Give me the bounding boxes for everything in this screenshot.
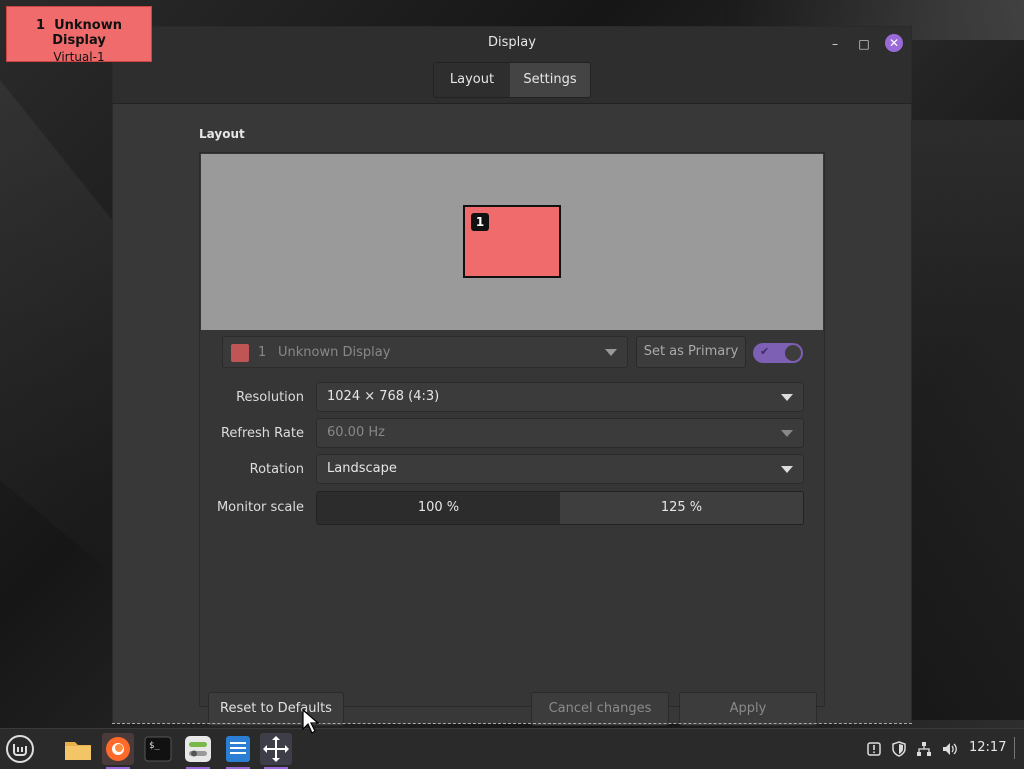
overlay-title: 1 Unknown Display <box>35 18 123 48</box>
overlay-output: Virtual-1 <box>53 50 105 64</box>
monitor-tile[interactable]: 1 <box>463 205 561 278</box>
monitor-scale-selector: 100 % 125 % <box>316 491 804 525</box>
settings-icon[interactable] <box>182 733 214 769</box>
resolution-select[interactable]: 1024 × 768 (4:3) <box>316 382 804 412</box>
svg-text:$_: $_ <box>149 741 160 751</box>
terminal-icon[interactable]: $_ <box>142 733 174 765</box>
mouse-cursor <box>302 708 322 739</box>
view-tabs: Layout Settings <box>433 62 591 98</box>
chevron-down-icon <box>781 466 793 473</box>
shield-icon[interactable] <box>891 741 907 761</box>
firefox-icon[interactable] <box>102 733 134 769</box>
chevron-down-icon <box>605 349 617 356</box>
display-move-icon[interactable] <box>260 733 292 769</box>
display-select[interactable]: 1 Unknown Display <box>222 336 628 368</box>
display-settings-window: Display – □ ✕ Layout Settings Layout 1 1… <box>112 26 912 726</box>
monitor-arrangement-preview: 1 <box>201 154 823 330</box>
clock[interactable]: 12:17 <box>969 740 1006 755</box>
refresh-rate-label: Refresh Rate <box>220 426 304 441</box>
scale-option-125[interactable]: 125 % <box>560 492 803 524</box>
cancel-changes-button[interactable]: Cancel changes <box>531 692 669 726</box>
toggle-knob <box>785 345 801 361</box>
layout-panel: 1 1 Unknown Display Set as Primary ✔ Res… <box>199 152 825 726</box>
check-icon: ✔ <box>760 345 770 358</box>
rotation-select[interactable]: Landscape <box>316 454 804 484</box>
wallpaper-shape <box>912 120 1024 720</box>
reset-defaults-button[interactable]: Reset to Defaults <box>208 692 344 726</box>
tab-settings[interactable]: Settings <box>510 63 590 97</box>
folder-icon[interactable] <box>62 733 94 765</box>
display-number: 1 <box>258 345 267 360</box>
volume-icon[interactable] <box>941 741 959 761</box>
update-manager-icon[interactable] <box>866 741 882 761</box>
apply-button[interactable]: Apply <box>679 692 817 726</box>
refresh-rate-select[interactable]: 60.00 Hz <box>316 418 804 448</box>
mint-menu-icon[interactable] <box>4 733 36 765</box>
rotation-label: Rotation <box>249 462 304 477</box>
window-edge-guide <box>112 723 912 724</box>
scale-option-100[interactable]: 100 % <box>317 492 560 524</box>
text-editor-icon[interactable] <box>222 733 254 769</box>
display-identify-overlay: 1 Unknown Display Virtual-1 <box>6 6 152 64</box>
taskbar: $_ 12:17 <box>0 728 1024 769</box>
close-button[interactable]: ✕ <box>885 34 903 52</box>
show-desktop-button[interactable] <box>1014 737 1019 759</box>
tab-layout[interactable]: Layout <box>434 63 510 97</box>
set-primary-button[interactable]: Set as Primary <box>636 336 746 368</box>
chevron-down-icon <box>781 430 793 437</box>
display-enabled-toggle[interactable]: ✔ <box>753 343 803 363</box>
window-title: Display <box>488 35 536 50</box>
display-name: Unknown Display <box>278 345 391 360</box>
resolution-label: Resolution <box>236 390 304 405</box>
resolution-value: 1024 × 768 (4:3) <box>327 389 440 404</box>
chevron-down-icon <box>781 394 793 401</box>
titlebar: Display – □ ✕ Layout Settings <box>113 27 911 104</box>
monitor-number-badge: 1 <box>471 213 489 231</box>
wallpaper-shape <box>0 80 120 580</box>
minimize-button[interactable]: – <box>827 36 843 52</box>
rotation-value: Landscape <box>327 461 397 476</box>
maximize-button[interactable]: □ <box>856 36 872 52</box>
network-icon[interactable] <box>916 741 932 761</box>
monitor-scale-label: Monitor scale <box>216 500 304 515</box>
display-color-swatch <box>231 344 249 362</box>
section-title: Layout <box>199 127 245 141</box>
refresh-rate-value: 60.00 Hz <box>327 425 385 440</box>
